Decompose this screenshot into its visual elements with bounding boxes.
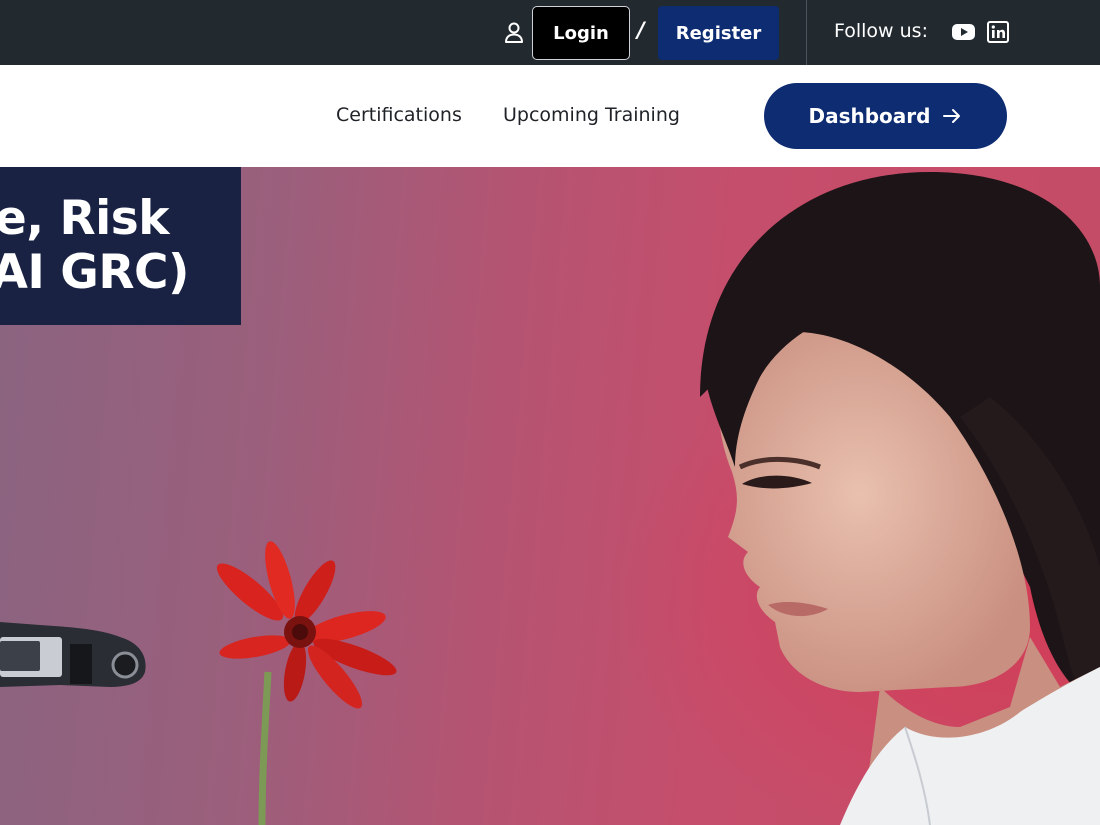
hero-title-line-1: ce, Risk	[0, 191, 169, 246]
youtube-icon[interactable]	[951, 21, 976, 43]
linkedin-icon[interactable]	[987, 21, 1009, 43]
top-bar: Login / Register Follow us:	[0, 0, 1100, 65]
nav-certifications[interactable]: Certifications	[336, 104, 462, 126]
arrow-right-icon	[943, 109, 961, 123]
user-icon	[505, 22, 523, 43]
follow-us-label: Follow us:	[834, 20, 928, 42]
hero-banner: ce, Risk AI GRC)	[0, 167, 1100, 825]
register-button[interactable]: Register	[658, 6, 779, 60]
nav-upcoming-training[interactable]: Upcoming Training	[503, 104, 680, 126]
hero-title-line-2: AI GRC)	[0, 245, 190, 300]
hero-title-box: ce, Risk AI GRC)	[0, 167, 241, 325]
main-nav: Certifications Upcoming Training Dashboa…	[0, 65, 1100, 167]
login-button[interactable]: Login	[532, 6, 630, 60]
auth-separator: /	[637, 18, 645, 42]
topbar-divider	[806, 0, 807, 65]
dashboard-button-label: Dashboard	[808, 104, 931, 128]
dashboard-button[interactable]: Dashboard	[764, 83, 1007, 149]
